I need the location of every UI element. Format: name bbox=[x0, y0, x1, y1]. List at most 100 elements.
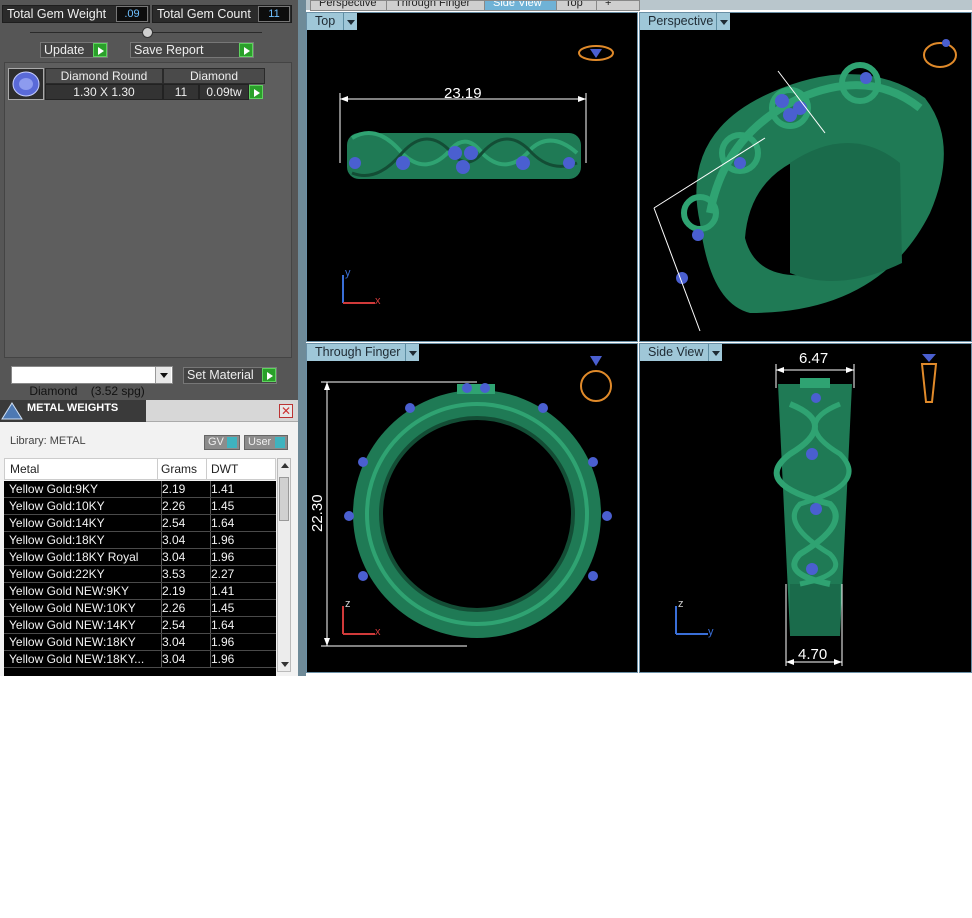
column-dwt[interactable]: DWT bbox=[211, 459, 238, 479]
gem-shape-header: Diamond Round bbox=[45, 68, 163, 84]
through-finger-axis-v: z bbox=[345, 598, 351, 610]
dwt-cell: 1.96 bbox=[211, 635, 235, 649]
table-row[interactable]: Yellow Gold NEW:14KY 2.54 1.64 bbox=[4, 617, 276, 634]
metal-weights-title-bar: METAL WEIGHTS bbox=[0, 400, 146, 422]
table-row[interactable]: Yellow Gold:18KY Royal 3.04 1.96 bbox=[4, 549, 276, 566]
scale-icon bbox=[1, 402, 23, 420]
top-axis-h: x bbox=[375, 295, 381, 307]
save-report-run-icon[interactable] bbox=[239, 43, 253, 57]
update-run-icon[interactable] bbox=[93, 43, 107, 57]
viewport-perspective[interactable]: Perspective bbox=[639, 12, 972, 342]
total-gem-weight-value: .09 bbox=[116, 6, 148, 22]
set-material-run-icon[interactable] bbox=[262, 368, 276, 382]
top-axis-v: y bbox=[345, 267, 351, 279]
close-icon[interactable]: ✕ bbox=[279, 404, 293, 418]
metal-name-cell: Yellow Gold:14KY bbox=[4, 515, 162, 531]
gv-toggle[interactable]: GV bbox=[204, 435, 240, 450]
material-select-value: Diamond (3.52 spg) bbox=[29, 384, 145, 398]
top-view-mini-ring-icon bbox=[578, 45, 614, 61]
dwt-cell: 1.41 bbox=[211, 584, 235, 598]
top-view-ring-render bbox=[339, 45, 614, 304]
metal-name-cell: Yellow Gold NEW:10KY bbox=[4, 600, 162, 616]
gem-row-run-icon[interactable] bbox=[249, 85, 263, 99]
user-toggle[interactable]: User bbox=[244, 435, 288, 450]
metal-name-cell: Yellow Gold:9KY bbox=[4, 481, 162, 497]
gv-label: GV bbox=[208, 436, 224, 448]
column-metal[interactable]: Metal bbox=[10, 459, 39, 479]
metal-table-scrollbar[interactable] bbox=[277, 458, 291, 672]
metal-table-header: Metal Grams DWT bbox=[4, 458, 276, 480]
metal-table-body: Yellow Gold:9KY 2.19 1.41 Yellow Gold:10KY 2… bbox=[4, 481, 276, 676]
chevron-down-icon[interactable] bbox=[155, 367, 171, 383]
scroll-thumb[interactable] bbox=[279, 477, 289, 521]
metal-weights-title: METAL WEIGHTS bbox=[27, 402, 119, 414]
side-view-mini-ring-icon bbox=[920, 354, 938, 403]
grams-cell: 3.04 bbox=[157, 532, 211, 548]
table-row[interactable]: Yellow Gold:9KY 2.19 1.41 bbox=[4, 481, 276, 498]
add-tab-icon[interactable]: + bbox=[596, 0, 640, 11]
scroll-up-icon[interactable] bbox=[281, 463, 289, 468]
material-select[interactable]: Diamond (3.52 spg) bbox=[11, 366, 173, 398]
dwt-cell: 1.96 bbox=[211, 533, 235, 547]
user-label: User bbox=[248, 436, 272, 448]
metal-name-cell: Yellow Gold NEW:18KY... bbox=[4, 651, 162, 667]
perspective-ring-render bbox=[653, 39, 957, 332]
table-row[interactable]: Yellow Gold NEW:10KY 2.26 1.45 bbox=[4, 600, 276, 617]
metal-name-cell: Yellow Gold:18KY Royal bbox=[4, 549, 162, 565]
dwt-cell: 1.45 bbox=[211, 499, 235, 513]
through-finger-height-dimension: 22.30 bbox=[309, 494, 326, 532]
dwt-cell: 1.64 bbox=[211, 516, 235, 530]
top-width-dimension: 23.19 bbox=[444, 85, 482, 102]
table-row[interactable]: Yellow Gold NEW:18KY 3.04 1.96 bbox=[4, 634, 276, 651]
gem-count-cell: 11 bbox=[163, 84, 199, 100]
grams-cell: 3.53 bbox=[157, 566, 211, 582]
table-row[interactable]: Yellow Gold:18KY 3.04 1.96 bbox=[4, 532, 276, 549]
metal-weights-panel: METAL WEIGHTS ✕ Library: METAL GV User M… bbox=[0, 400, 298, 676]
through-finger-axis-h: x bbox=[375, 626, 381, 638]
table-row[interactable]: Yellow Gold:10KY 2.26 1.45 bbox=[4, 498, 276, 515]
gem-list-area: Diamond Round 1.30 X 1.30 Diamond 11 0.0… bbox=[4, 62, 292, 358]
total-gem-count-value: 11 bbox=[258, 6, 290, 22]
table-row[interactable]: Yellow Gold NEW:18KY... 3.04 1.96 bbox=[4, 651, 276, 668]
perspective-mini-ring-icon bbox=[923, 39, 957, 68]
tab-through-finger[interactable]: Through Finger bbox=[386, 0, 500, 11]
dwt-cell: 2.27 bbox=[211, 567, 235, 581]
gem-weight-cell: 0.09tw bbox=[199, 84, 249, 100]
left-panel: Total Gem Weight .09 Total Gem Count 11 … bbox=[0, 0, 298, 676]
viewport-through-finger[interactable]: Through Finger 22.30 z x bbox=[306, 343, 638, 673]
view-tab-bar: Perspective Through Finger Side View Top… bbox=[306, 0, 972, 11]
viewport-top[interactable]: Top 23.19 y x bbox=[306, 12, 638, 342]
scroll-down-icon[interactable] bbox=[281, 662, 289, 667]
table-row[interactable]: Yellow Gold:14KY 2.54 1.64 bbox=[4, 515, 276, 532]
set-material-label: Set Material bbox=[187, 368, 254, 382]
dwt-cell: 1.96 bbox=[211, 550, 235, 564]
gem-thumbnail[interactable] bbox=[8, 68, 44, 100]
grams-cell: 2.19 bbox=[157, 481, 211, 497]
table-row[interactable]: Yellow Gold NEW:9KY 2.19 1.41 bbox=[4, 583, 276, 600]
library-label: Library: METAL bbox=[10, 435, 86, 447]
table-row[interactable]: Yellow Gold:22KY 3.53 2.27 bbox=[4, 566, 276, 583]
save-report-button[interactable]: Save Report bbox=[130, 42, 254, 58]
metal-name-cell: Yellow Gold:22KY bbox=[4, 566, 162, 582]
column-grams[interactable]: Grams bbox=[161, 459, 197, 479]
dwt-cell: 1.96 bbox=[211, 652, 235, 666]
grams-cell: 3.04 bbox=[157, 651, 211, 667]
side-view-ring-render bbox=[675, 354, 938, 666]
splitter-handle[interactable] bbox=[142, 27, 153, 38]
grams-cell: 2.54 bbox=[157, 515, 211, 531]
metal-name-cell: Yellow Gold:18KY bbox=[4, 532, 162, 548]
viewport-side-view[interactable]: Side View 6.47 4.70 z y bbox=[639, 343, 972, 673]
through-finger-ring-render bbox=[321, 356, 612, 647]
update-label: Update bbox=[44, 43, 85, 57]
gem-type-header: Diamond bbox=[163, 68, 265, 84]
grams-cell: 2.19 bbox=[157, 583, 211, 599]
metal-name-cell: Yellow Gold NEW:18KY bbox=[4, 634, 162, 650]
diamond-round-icon bbox=[12, 71, 40, 97]
grams-cell: 2.26 bbox=[157, 498, 211, 514]
grams-cell: 3.04 bbox=[157, 634, 211, 650]
dwt-cell: 1.45 bbox=[211, 601, 235, 615]
dwt-cell: 1.64 bbox=[211, 618, 235, 632]
side-view-axis-v: z bbox=[678, 598, 684, 610]
panel-divider[interactable] bbox=[298, 0, 306, 676]
metal-name-cell: Yellow Gold:10KY bbox=[4, 498, 162, 514]
